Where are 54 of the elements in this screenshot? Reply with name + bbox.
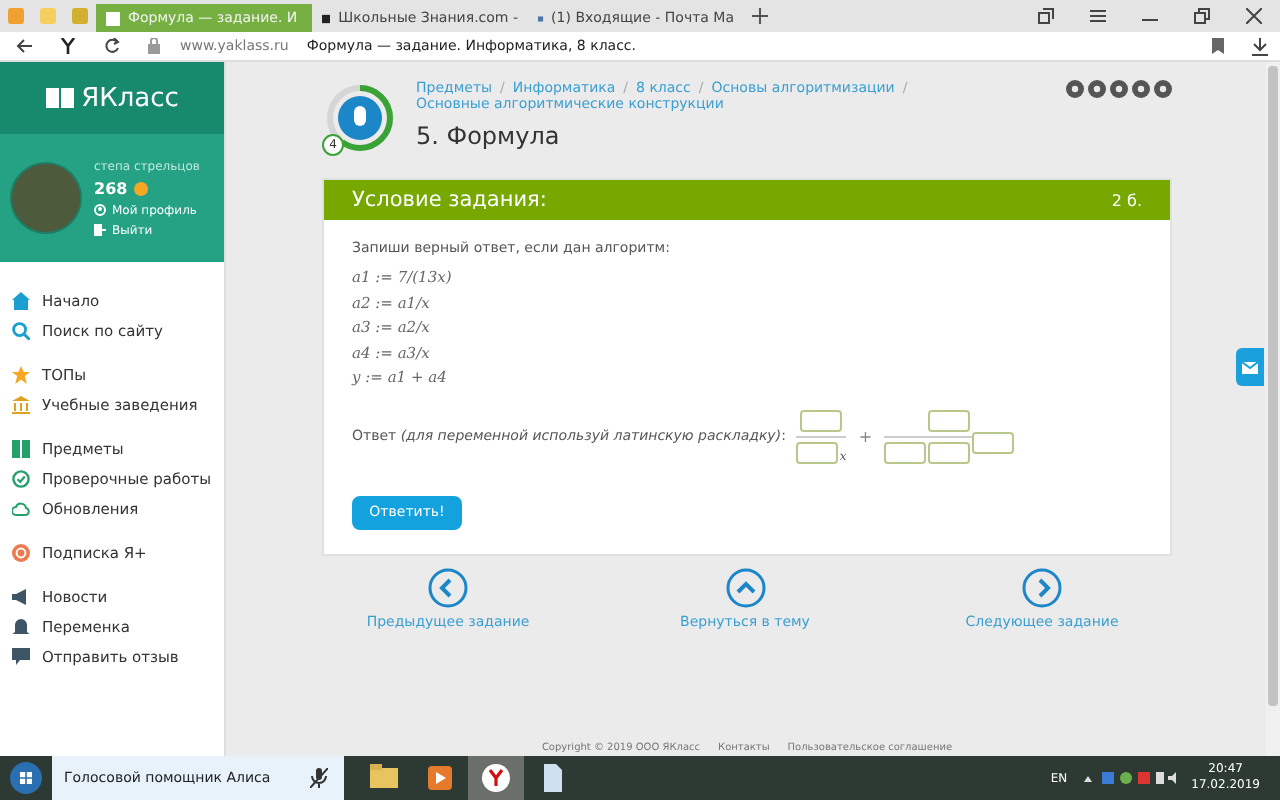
answer-input[interactable] [972, 431, 1015, 453]
avatar [10, 162, 82, 234]
home-icon [12, 292, 30, 310]
page-icon [106, 11, 120, 25]
logo-text: ЯКласс [81, 83, 179, 113]
download-icon [1252, 37, 1268, 55]
search-icon [12, 322, 30, 340]
scrollbar-thumb[interactable] [1268, 66, 1278, 706]
page-icon [322, 11, 331, 25]
start-icon [10, 762, 42, 794]
cloud-icon [12, 500, 30, 518]
mic-off-icon [310, 768, 328, 788]
exit-icon [94, 224, 106, 236]
bell-icon [12, 618, 30, 636]
check-circle-icon [12, 470, 30, 488]
answer-input[interactable] [928, 409, 971, 431]
mail-icon [1242, 361, 1258, 373]
y-logo-icon [60, 38, 76, 54]
answer-input[interactable] [800, 409, 843, 431]
back-icon [16, 38, 32, 54]
coin-icon [133, 181, 148, 195]
book-icon [45, 88, 74, 108]
close-icon [1246, 8, 1262, 24]
plus-icon [752, 8, 768, 24]
scrollbar[interactable] [1266, 62, 1280, 756]
folder-icon [368, 762, 400, 794]
points-label: 2 б. [1111, 191, 1142, 209]
y-browser-icon [480, 762, 512, 794]
answer-input[interactable] [795, 441, 838, 463]
taskbar-app[interactable] [468, 756, 524, 800]
answer-input[interactable] [884, 441, 927, 463]
page-heading: 5. Формула [416, 122, 562, 150]
tray-icons [1083, 770, 1176, 786]
menu-icon [1090, 8, 1106, 24]
building-icon [12, 396, 30, 414]
star-icon [12, 366, 30, 384]
tabs-icon [1038, 8, 1054, 24]
bookmark-icon [1212, 38, 1224, 54]
reload-icon [104, 38, 120, 54]
book-icon [12, 440, 30, 458]
megaphone-icon [12, 588, 30, 606]
feedback-tab[interactable] [1236, 348, 1264, 386]
restore-icon [1194, 8, 1210, 24]
points-count: 268 [94, 179, 128, 197]
badge-icon [12, 544, 30, 562]
plus-sign: + [858, 427, 873, 445]
chat-icon [12, 648, 30, 666]
profile-icon [94, 204, 106, 216]
answer-input[interactable] [928, 441, 971, 463]
play-icon [424, 762, 456, 794]
card-title: Условие задания: [352, 188, 547, 212]
progress-ring [322, 80, 398, 156]
page-icon [538, 11, 544, 25]
lock-icon [148, 38, 160, 54]
